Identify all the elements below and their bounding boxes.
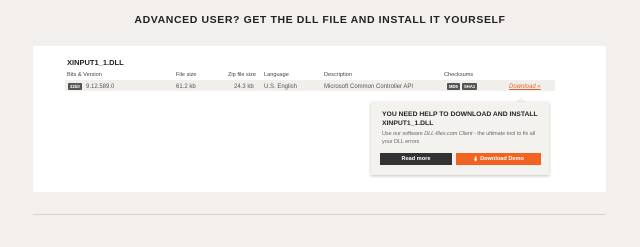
zip-size-value: 24.3 kb [234, 84, 254, 90]
col-description: Description [324, 72, 352, 78]
bits-badge: 32bit [68, 83, 82, 90]
help-popup: YOU NEED HELP TO DOWNLOAD AND INSTALL XI… [371, 102, 549, 175]
read-more-button[interactable]: Read more [380, 153, 452, 165]
dll-name: XINPUT1_1.DLL [67, 58, 124, 67]
description-value: Microsoft Common Controller API [324, 84, 414, 90]
table-row [65, 80, 555, 91]
read-more-label: Read more [401, 156, 431, 162]
download-demo-label: Download Demo [480, 156, 524, 162]
popup-title: YOU NEED HELP TO DOWNLOAD AND INSTALL XI… [382, 111, 538, 127]
download-link[interactable]: Download » [509, 84, 541, 90]
popup-description: Use our software DLL-files.com Client - … [382, 131, 536, 145]
md5-badge[interactable]: MD5 [447, 83, 460, 90]
download-icon: ⬇ [473, 156, 479, 163]
language-value: U.S. English [264, 84, 298, 90]
file-size-value: 61.2 kb [176, 84, 196, 90]
col-file-size: File size [176, 72, 197, 78]
dll-card: XINPUT1_1.DLL Bits & Version File size Z… [33, 46, 606, 192]
col-checksums: Checksums [444, 72, 474, 78]
col-bits-version: Bits & Version [67, 72, 102, 78]
version-value: 9.12.589.0 [86, 84, 115, 90]
divider [33, 214, 606, 215]
col-language: Language [264, 72, 289, 78]
section-heading: ADVANCED USER? GET THE DLL FILE AND INST… [134, 14, 506, 26]
download-demo-button[interactable]: ⬇ Download Demo [456, 153, 541, 165]
col-zip-size: Zip file size [228, 72, 256, 78]
client-name: DLL-files.com Client [424, 131, 473, 137]
sha1-badge[interactable]: SHA1 [462, 83, 478, 90]
